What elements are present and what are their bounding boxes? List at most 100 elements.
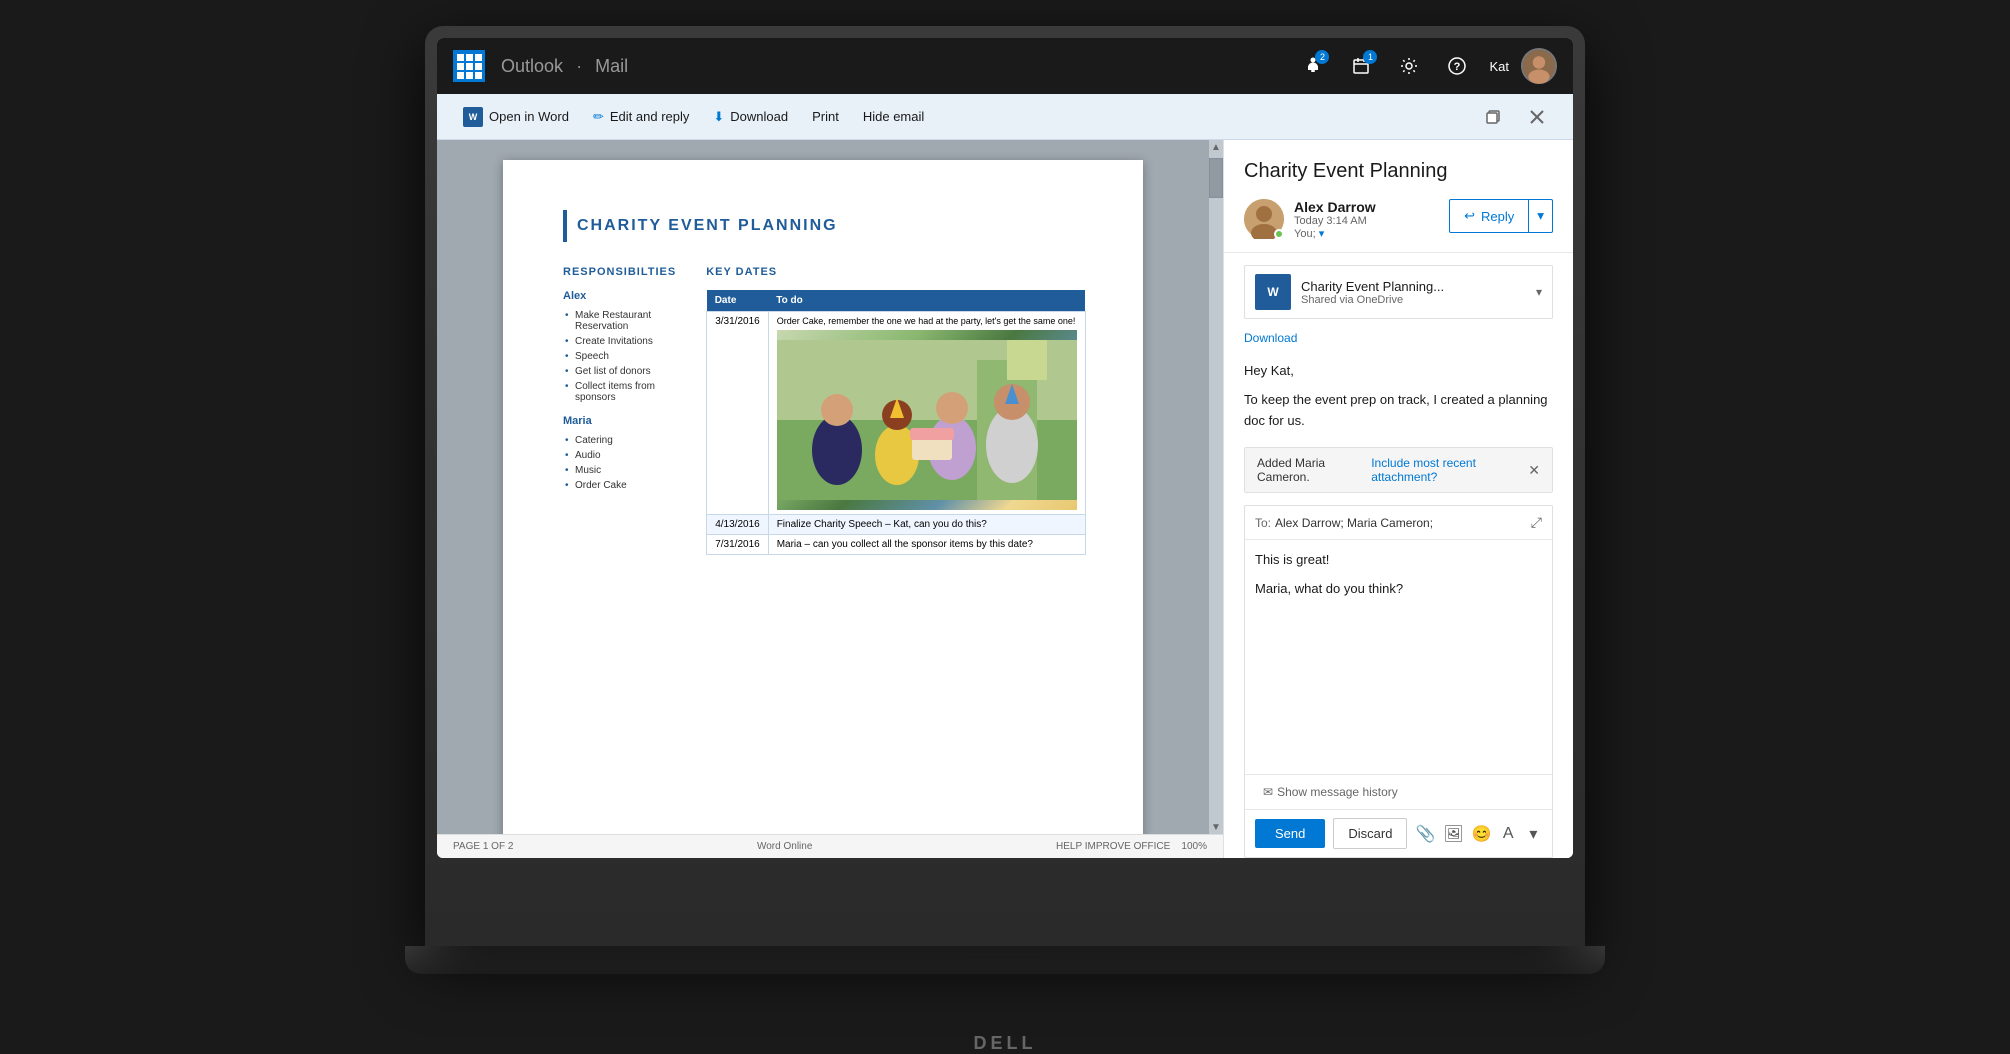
email-body-line1: Hey Kat, bbox=[1244, 361, 1553, 382]
reply-compose: To: Alex Darrow; Maria Cameron; ⤢ This i… bbox=[1244, 505, 1553, 858]
list-item: Make Restaurant Reservation bbox=[563, 308, 676, 334]
compose-to-row: To: Alex Darrow; Maria Cameron; ⤢ bbox=[1245, 506, 1552, 540]
emoji-button[interactable]: 😊 bbox=[1472, 820, 1492, 848]
edit-reply-button[interactable]: ✏ Edit and reply bbox=[583, 103, 699, 131]
attachment-name: Charity Event Planning... bbox=[1301, 279, 1526, 294]
hide-email-button[interactable]: Hide email bbox=[853, 103, 934, 130]
user-name: Kat bbox=[1489, 59, 1509, 74]
compose-footer: ✉ Show message history bbox=[1245, 774, 1552, 809]
download-button[interactable]: ⬇ Download bbox=[703, 103, 798, 131]
scroll-up[interactable]: ▲ bbox=[1209, 140, 1223, 154]
document-page: CHARITY EVENT PLANNING RESPONSIBILTIES A… bbox=[503, 160, 1143, 834]
close-button[interactable] bbox=[1517, 97, 1557, 137]
list-item: Speech bbox=[563, 349, 676, 364]
compose-actions: Send Discard 📎 🖼 😊 A ▾ bbox=[1245, 809, 1552, 857]
title-bar: Outlook · Mail 2 1 bbox=[437, 38, 1573, 94]
key-dates-heading: KEY DATES bbox=[706, 266, 1086, 278]
compose-body[interactable]: This is great! Maria, what do you think? bbox=[1245, 540, 1552, 774]
person-maria: Maria bbox=[563, 415, 676, 427]
discard-button[interactable]: Discard bbox=[1333, 818, 1407, 849]
download-icon: ⬇ bbox=[713, 109, 724, 125]
notification-text: Added Maria Cameron. bbox=[1257, 456, 1363, 484]
attachment-word-icon: W bbox=[1255, 274, 1291, 310]
show-history-button[interactable]: ✉ Show message history bbox=[1253, 781, 1408, 803]
page-info: PAGE 1 OF 2 bbox=[453, 841, 513, 852]
waffle-menu-button[interactable] bbox=[453, 50, 485, 82]
compose-recipients: Alex Darrow; Maria Cameron; bbox=[1275, 516, 1531, 530]
title-icons: 2 1 ? Kat bbox=[1293, 46, 1557, 86]
attachment-expand-icon[interactable]: ▾ bbox=[1536, 285, 1542, 299]
table-cell-date: 4/13/2016 bbox=[707, 515, 769, 535]
help-button[interactable]: ? bbox=[1437, 46, 1477, 86]
scrollbar-thumb[interactable] bbox=[1209, 158, 1223, 198]
header-bar bbox=[563, 210, 567, 242]
attachment-card[interactable]: W Charity Event Planning... Shared via O… bbox=[1244, 265, 1553, 319]
calendar-badge: 1 bbox=[1363, 50, 1377, 64]
email-body-line3: To keep the event prep on track, I creat… bbox=[1244, 390, 1553, 432]
document-header: CHARITY EVENT PLANNING bbox=[563, 210, 1083, 242]
sender-to: You; ▾ bbox=[1294, 227, 1439, 240]
user-avatar[interactable] bbox=[1521, 48, 1557, 84]
sender-info: Alex Darrow Today 3:14 AM You; ▾ bbox=[1294, 199, 1439, 240]
sender-name: Alex Darrow bbox=[1294, 199, 1439, 215]
help-info: HELP IMPROVE OFFICE 100% bbox=[1056, 841, 1207, 852]
send-button[interactable]: Send bbox=[1255, 819, 1325, 848]
print-button[interactable]: Print bbox=[802, 103, 849, 130]
email-panel: Charity Event Planning Alex Darrow Today… bbox=[1223, 140, 1573, 858]
expand-recipients[interactable]: ▾ bbox=[1319, 228, 1325, 240]
person-alex: Alex bbox=[563, 290, 676, 302]
email-header: Charity Event Planning Alex Darrow Today… bbox=[1224, 140, 1573, 253]
list-item: Music bbox=[563, 463, 676, 478]
document-scroll-area[interactable]: CHARITY EVENT PLANNING RESPONSIBILTIES A… bbox=[437, 140, 1209, 834]
compose-expand-icon[interactable]: ⤢ bbox=[1531, 514, 1542, 531]
status-bar: PAGE 1 OF 2 Word Online HELP IMPROVE OFF… bbox=[437, 834, 1223, 858]
sender-avatar bbox=[1244, 199, 1284, 239]
scroll-down[interactable]: ▼ bbox=[1209, 820, 1223, 834]
notification-link[interactable]: Include most recent attachment? bbox=[1371, 456, 1520, 484]
table-row: 3/31/2016 Order Cake, remember the one w… bbox=[707, 312, 1086, 515]
email-download-link[interactable]: Download bbox=[1224, 331, 1573, 353]
compose-line1: This is great! bbox=[1255, 550, 1542, 571]
restore-button[interactable] bbox=[1473, 97, 1513, 137]
scrollbar[interactable]: ▲ ▼ bbox=[1209, 140, 1223, 834]
insert-image-button[interactable]: 🖼 bbox=[1443, 820, 1463, 848]
party-image bbox=[777, 330, 1077, 510]
table-cell-date: 3/31/2016 bbox=[707, 312, 769, 515]
table-cell-task: Order Cake, remember the one we had at t… bbox=[768, 312, 1085, 515]
word-icon: W bbox=[463, 107, 483, 127]
text-format-button[interactable]: A bbox=[1500, 820, 1517, 848]
sender-time: Today 3:14 AM bbox=[1294, 215, 1439, 227]
document-viewer: CHARITY EVENT PLANNING RESPONSIBILTIES A… bbox=[437, 140, 1223, 858]
document-title: CHARITY EVENT PLANNING bbox=[577, 217, 838, 235]
calendar-button[interactable]: 1 bbox=[1341, 46, 1381, 86]
attachment-sub: Shared via OneDrive bbox=[1301, 294, 1526, 306]
more-options-button[interactable]: ▾ bbox=[1525, 820, 1542, 848]
table-cell-date: 7/31/2016 bbox=[707, 535, 769, 555]
open-word-button[interactable]: W Open in Word bbox=[453, 101, 579, 133]
online-indicator bbox=[1274, 229, 1284, 239]
pencil-icon: ✏ bbox=[593, 109, 604, 125]
list-item: Get list of donors bbox=[563, 364, 676, 379]
responsibilities-column: RESPONSIBILTIES Alex Make Restaurant Res… bbox=[563, 266, 676, 555]
responsibilities-heading: RESPONSIBILTIES bbox=[563, 266, 676, 278]
laptop-notch bbox=[965, 957, 1045, 963]
list-item: Catering bbox=[563, 433, 676, 448]
notification-close-button[interactable]: ✕ bbox=[1528, 462, 1540, 479]
to-label: To: bbox=[1255, 516, 1271, 530]
laptop-base bbox=[405, 946, 1605, 974]
app-info: Word Online bbox=[757, 841, 812, 852]
list-item: Collect items from sponsors bbox=[563, 379, 676, 405]
main-content: CHARITY EVENT PLANNING RESPONSIBILTIES A… bbox=[437, 140, 1573, 858]
attach-file-button[interactable]: 📎 bbox=[1415, 820, 1435, 848]
compose-line3: Maria, what do you think? bbox=[1255, 579, 1542, 600]
list-item: Audio bbox=[563, 448, 676, 463]
table-cell-task: Finalize Charity Speech – Kat, can you d… bbox=[768, 515, 1085, 535]
attachment-info: Charity Event Planning... Shared via One… bbox=[1301, 279, 1526, 306]
email-body: Hey Kat, To keep the event prep on track… bbox=[1224, 353, 1573, 439]
svg-text:?: ? bbox=[1454, 61, 1461, 73]
key-dates-column: KEY DATES Date To do bbox=[706, 266, 1086, 555]
notifications-button[interactable]: 2 bbox=[1293, 46, 1333, 86]
reply-button[interactable]: ↩ Reply bbox=[1449, 199, 1529, 233]
settings-button[interactable] bbox=[1389, 46, 1429, 86]
reply-dropdown-button[interactable]: ▾ bbox=[1529, 199, 1553, 233]
